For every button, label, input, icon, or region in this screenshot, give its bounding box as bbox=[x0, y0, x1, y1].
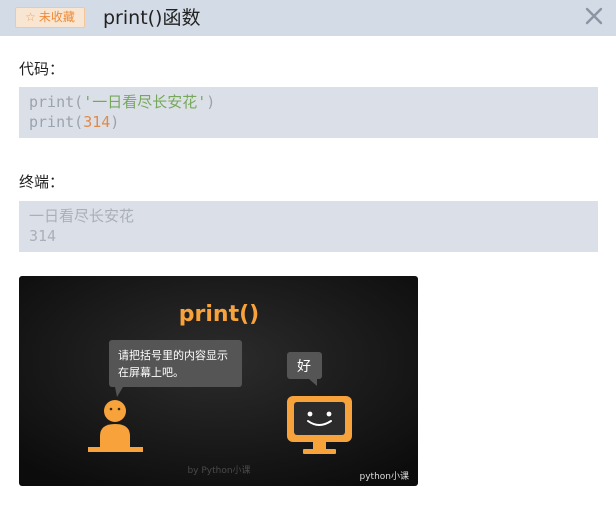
code-line-2: print(314) bbox=[29, 113, 120, 131]
close-icon[interactable] bbox=[582, 4, 606, 28]
illustration-image: print() 请把括号里的内容显示 在屏幕上吧。 好 by Python小课 … bbox=[19, 276, 418, 486]
speech-left-line1: 请把括号里的内容显示 bbox=[118, 348, 228, 362]
illustration-watermark: python小课 bbox=[360, 471, 409, 482]
terminal-block: 一日看尽长安花 314 bbox=[19, 201, 598, 252]
favorite-button[interactable]: ☆ 未收藏 bbox=[15, 7, 85, 28]
illustration-credit: by Python小课 bbox=[187, 465, 250, 476]
code-line-1: print('一日看尽长安花') bbox=[29, 93, 216, 111]
speech-left-line2: 在屏幕上吧。 bbox=[118, 365, 184, 379]
dialog-header: ☆ 未收藏 print()函数 bbox=[0, 0, 616, 36]
terminal-line-1: 一日看尽长安花 bbox=[29, 207, 135, 225]
terminal-section-label: 终端： bbox=[19, 173, 65, 191]
code-block: print('一日看尽长安花') print(314) bbox=[19, 87, 598, 138]
terminal-line-2: 314 bbox=[29, 227, 57, 245]
code-section-label: 代码： bbox=[19, 60, 65, 78]
speech-right-text: 好 bbox=[297, 359, 311, 375]
dialog-title: print()函数 bbox=[103, 7, 201, 29]
favorite-label: 未收藏 bbox=[38, 10, 75, 24]
illustration-heading: print() bbox=[179, 302, 259, 327]
star-icon: ☆ bbox=[25, 10, 36, 24]
